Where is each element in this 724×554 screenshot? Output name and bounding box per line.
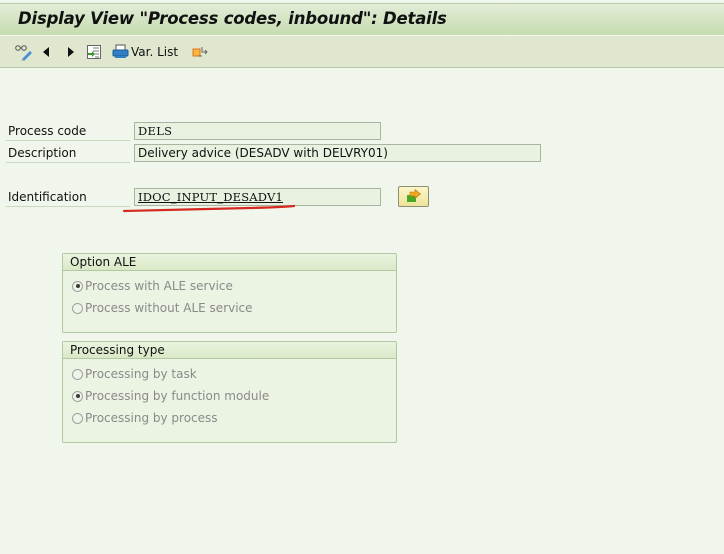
radio-label: Process with ALE service	[85, 279, 233, 293]
previous-entry-button[interactable]	[41, 42, 51, 62]
option-ale-group: Option ALE Process with ALE service Proc…	[62, 253, 397, 333]
radio-processing-by-function-module[interactable]: Processing by function module	[72, 389, 269, 403]
option-ale-title: Option ALE	[63, 254, 396, 271]
navigate-to-function-button[interactable]	[398, 186, 429, 207]
description-field[interactable]: Delivery advice (DESADV with DELVRY01)	[134, 144, 541, 162]
glasses-pencil-icon	[14, 43, 34, 61]
radio-label: Processing by task	[85, 367, 197, 381]
process-code-label: Process code	[8, 124, 87, 138]
processing-type-title: Processing type	[63, 342, 396, 359]
radio-label: Processing by process	[85, 411, 218, 425]
display-change-button[interactable]	[14, 42, 34, 62]
triangle-left-icon	[41, 45, 51, 59]
radio-processing-by-process[interactable]: Processing by process	[72, 411, 218, 425]
radio-selected-icon	[72, 390, 83, 402]
var-list-label: Var. List	[131, 45, 179, 59]
transport-export-icon	[192, 44, 210, 60]
select-list-icon	[86, 44, 102, 60]
red-annotation-underline	[122, 204, 296, 213]
transport-button[interactable]	[192, 42, 210, 62]
title-bar: Display View "Process codes, inbound": D…	[0, 3, 724, 35]
divider	[6, 162, 130, 163]
identification-label: Identification	[8, 190, 87, 204]
page-title: Display View "Process codes, inbound": D…	[18, 9, 447, 28]
process-code-field[interactable]: DELS	[134, 122, 381, 140]
radio-unselected-icon	[72, 412, 83, 424]
divider	[6, 206, 130, 207]
printer-icon	[112, 44, 129, 60]
radio-processing-by-task[interactable]: Processing by task	[72, 367, 197, 381]
triangle-right-icon	[66, 45, 76, 59]
processing-type-group: Processing type Processing by task Proce…	[62, 341, 397, 443]
radio-process-with-ale[interactable]: Process with ALE service	[72, 279, 233, 293]
var-list-button[interactable]: Var. List	[112, 42, 178, 62]
radio-unselected-icon	[72, 368, 83, 380]
divider	[6, 140, 130, 141]
next-entry-button[interactable]	[66, 42, 76, 62]
select-entries-button[interactable]	[86, 42, 102, 62]
radio-label: Process without ALE service	[85, 301, 253, 315]
radio-label: Processing by function module	[85, 389, 270, 403]
radio-selected-icon	[72, 280, 83, 292]
application-toolbar: Var. List	[0, 35, 724, 68]
description-label: Description	[8, 146, 77, 160]
radio-unselected-icon	[72, 302, 83, 314]
radio-process-without-ale[interactable]: Process without ALE service	[72, 301, 253, 315]
